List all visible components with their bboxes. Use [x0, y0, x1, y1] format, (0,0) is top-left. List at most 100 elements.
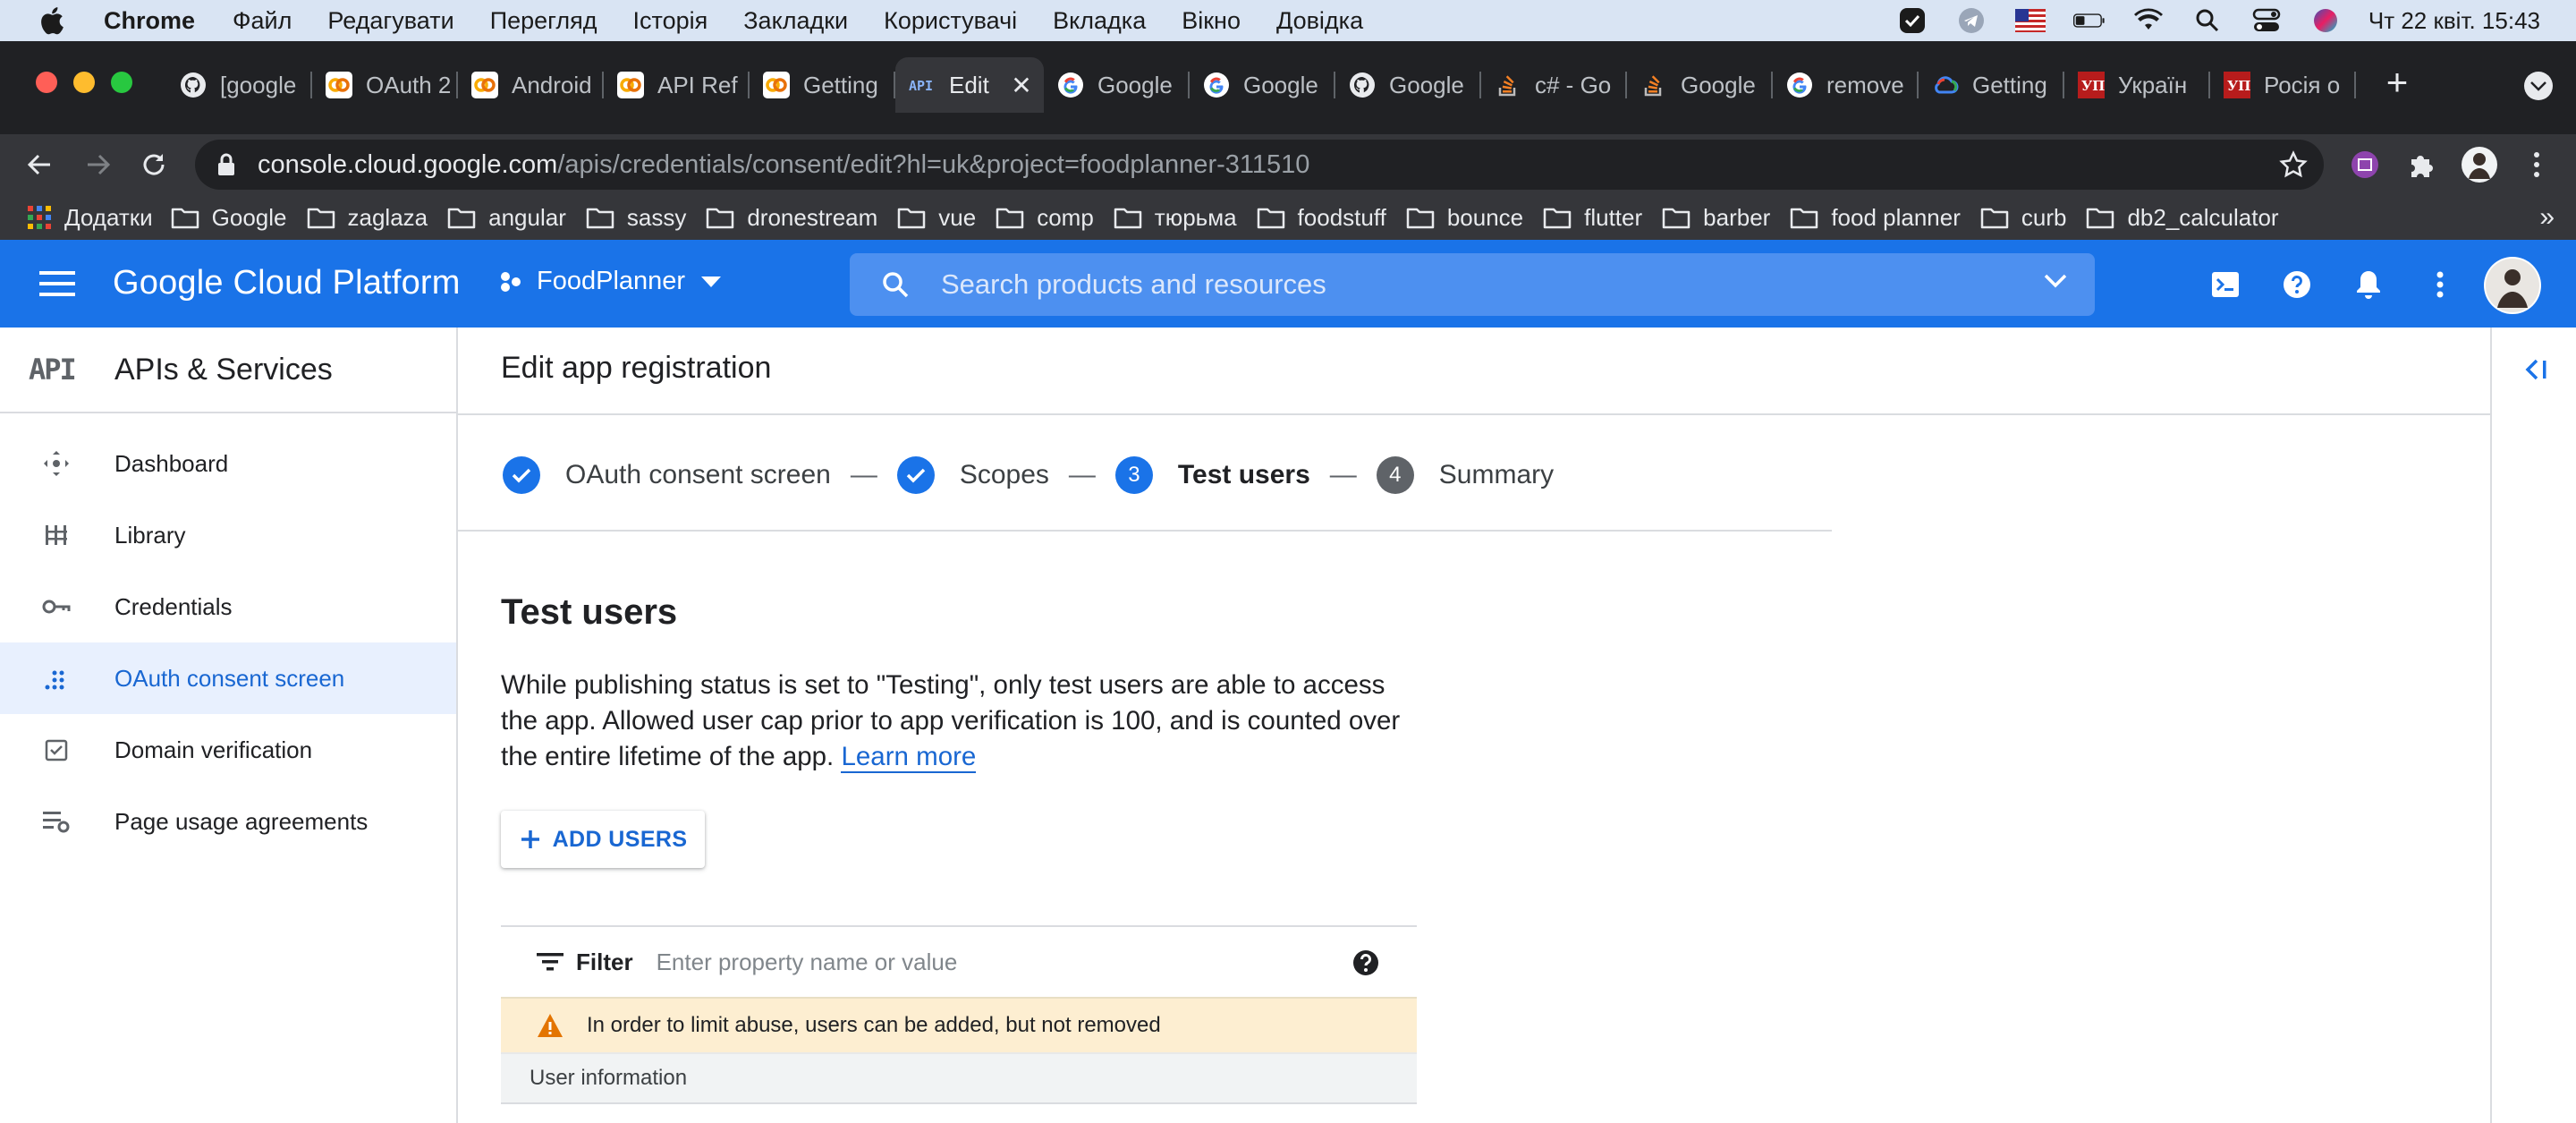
menu-history[interactable]: Історія [633, 7, 708, 35]
nav-item-domain-verification[interactable]: Domain verification [0, 714, 456, 786]
bookmark-apps[interactable]: Додатки [27, 204, 153, 232]
title-divider [458, 413, 2490, 415]
control-center-icon[interactable] [2250, 7, 2283, 34]
gcp-product-title[interactable]: Google Cloud Platform [113, 264, 461, 302]
tab[interactable]: УП Росія о [2210, 57, 2356, 113]
step-done-check-icon[interactable] [503, 456, 540, 494]
step-oauth-consent[interactable]: OAuth consent screen [565, 460, 831, 490]
search-bar[interactable] [850, 253, 2095, 316]
tab[interactable]: API Ref [604, 57, 750, 113]
bookmark-folder[interactable]: barber [1662, 204, 1770, 232]
bookmarks-overflow-button[interactable]: » [2539, 202, 2555, 233]
extensions-menu-button[interactable] [2402, 147, 2438, 183]
close-window-button[interactable] [36, 72, 57, 93]
menu-file[interactable]: Файл [233, 7, 292, 35]
more-options-button[interactable] [2422, 267, 2458, 302]
add-users-button[interactable]: ADD USERS [501, 811, 705, 868]
bookmark-folder[interactable]: angular [447, 204, 566, 232]
nav-item-dashboard[interactable]: Dashboard [0, 428, 456, 499]
tab[interactable]: Google [1627, 57, 1773, 113]
chevron-down-icon[interactable] [2043, 273, 2068, 289]
bookmark-folder[interactable]: bounce [1406, 204, 1523, 232]
filter-input[interactable] [656, 948, 1301, 976]
lock-icon[interactable] [215, 152, 238, 177]
bookmark-star-icon[interactable] [2279, 150, 2308, 179]
menu-edit[interactable]: Редагувати [327, 7, 453, 35]
nav-item-oauth-consent[interactable]: OAuth consent screen [0, 642, 456, 714]
bookmark-folder[interactable]: curb [1980, 204, 2066, 232]
us-flag-icon[interactable] [2014, 7, 2046, 34]
tab[interactable]: Google [1190, 57, 1335, 113]
wifi-icon[interactable] [2132, 7, 2165, 34]
bookmark-folder[interactable]: food planner [1790, 204, 1961, 232]
bookmark-folder[interactable]: comp [996, 204, 1094, 232]
bookmark-folder[interactable]: zaglaza [307, 204, 428, 232]
tab[interactable]: Android [458, 57, 604, 113]
step-scopes[interactable]: Scopes [960, 460, 1049, 490]
telegram-icon[interactable] [1955, 7, 1987, 34]
menu-app-name[interactable]: Chrome [104, 7, 195, 35]
menu-tab[interactable]: Вкладка [1053, 7, 1146, 35]
nav-item-page-usage[interactable]: Page usage agreements [0, 786, 456, 857]
project-selector[interactable]: FoodPlanner [497, 267, 722, 296]
help-button[interactable] [2279, 267, 2315, 302]
menu-view[interactable]: Перегляд [490, 7, 597, 35]
reload-button[interactable] [136, 147, 172, 183]
new-tab-button[interactable]: + [2379, 63, 2415, 106]
menu-help[interactable]: Довідка [1276, 7, 1363, 35]
menu-window[interactable]: Вікно [1182, 7, 1241, 35]
bookmark-folder[interactable]: db2_calculator [2086, 204, 2279, 232]
tab-title: Google [1097, 71, 1173, 98]
bookmark-folder[interactable]: dronestream [706, 204, 877, 232]
menu-users[interactable]: Користувачі [884, 7, 1017, 35]
tasks-check-icon[interactable] [1896, 7, 1928, 34]
tab-active[interactable]: API Edit ✕ [895, 57, 1044, 113]
notifications-button[interactable] [2351, 267, 2386, 302]
tab[interactable]: Getting [1919, 57, 2064, 113]
column-header-user-info[interactable]: User information [530, 1066, 687, 1091]
menubar-datetime[interactable]: Чт 22 квіт. 15:43 [2368, 7, 2540, 35]
chrome-menu-button[interactable] [2519, 147, 2555, 183]
bookmark-folder[interactable]: тюрьма [1114, 204, 1237, 232]
tab-search-button[interactable] [2524, 72, 2553, 100]
search-input[interactable] [941, 268, 1979, 301]
minimize-window-button[interactable] [73, 72, 95, 93]
profile-avatar[interactable] [2462, 147, 2497, 183]
tab[interactable]: [google [166, 57, 312, 113]
tab[interactable]: Google [1335, 57, 1481, 113]
tab[interactable]: OAuth 2 [312, 57, 458, 113]
siri-icon[interactable] [2309, 7, 2342, 34]
tab[interactable]: Getting [750, 57, 895, 113]
account-avatar[interactable] [2483, 256, 2542, 315]
menu-bookmarks[interactable]: Закладки [743, 7, 848, 35]
bookmark-folder[interactable]: foodstuff [1257, 204, 1386, 232]
bookmark-folder[interactable]: flutter [1543, 204, 1642, 232]
bookmark-folder[interactable]: sassy [586, 204, 686, 232]
tab[interactable]: Google [1044, 57, 1190, 113]
address-bar[interactable]: console.cloud.google.com/apis/credential… [195, 140, 2324, 190]
apple-logo-icon[interactable] [38, 4, 70, 37]
extension-button[interactable] [2347, 147, 2383, 183]
tab[interactable]: УП Україн [2064, 57, 2210, 113]
nav-item-credentials[interactable]: Credentials [0, 571, 456, 642]
main-menu-icon[interactable] [39, 268, 75, 299]
close-tab-icon[interactable]: ✕ [1008, 71, 1035, 100]
tab[interactable]: c# - Go [1481, 57, 1627, 113]
step-done-check-icon[interactable] [896, 456, 935, 494]
help-icon[interactable] [1352, 949, 1379, 976]
bookmark-apps-label: Додатки [64, 203, 153, 231]
bookmark-folder[interactable]: Google [171, 204, 287, 232]
folder-icon [1543, 206, 1584, 229]
zoom-window-button[interactable] [111, 72, 132, 93]
cloud-shell-button[interactable] [2207, 267, 2243, 302]
bookmark-folder[interactable]: vue [897, 204, 976, 232]
nav-item-library[interactable]: Library [0, 499, 456, 571]
back-button[interactable] [21, 147, 57, 183]
forward-button[interactable] [80, 147, 116, 183]
tab[interactable]: remove [1773, 57, 1919, 113]
svg-text:API: API [909, 78, 933, 94]
learn-more-link[interactable]: Learn more [841, 742, 977, 773]
battery-icon[interactable] [2072, 7, 2106, 34]
expand-panel-icon[interactable] [2522, 356, 2549, 383]
spotlight-search-icon[interactable] [2191, 7, 2224, 34]
